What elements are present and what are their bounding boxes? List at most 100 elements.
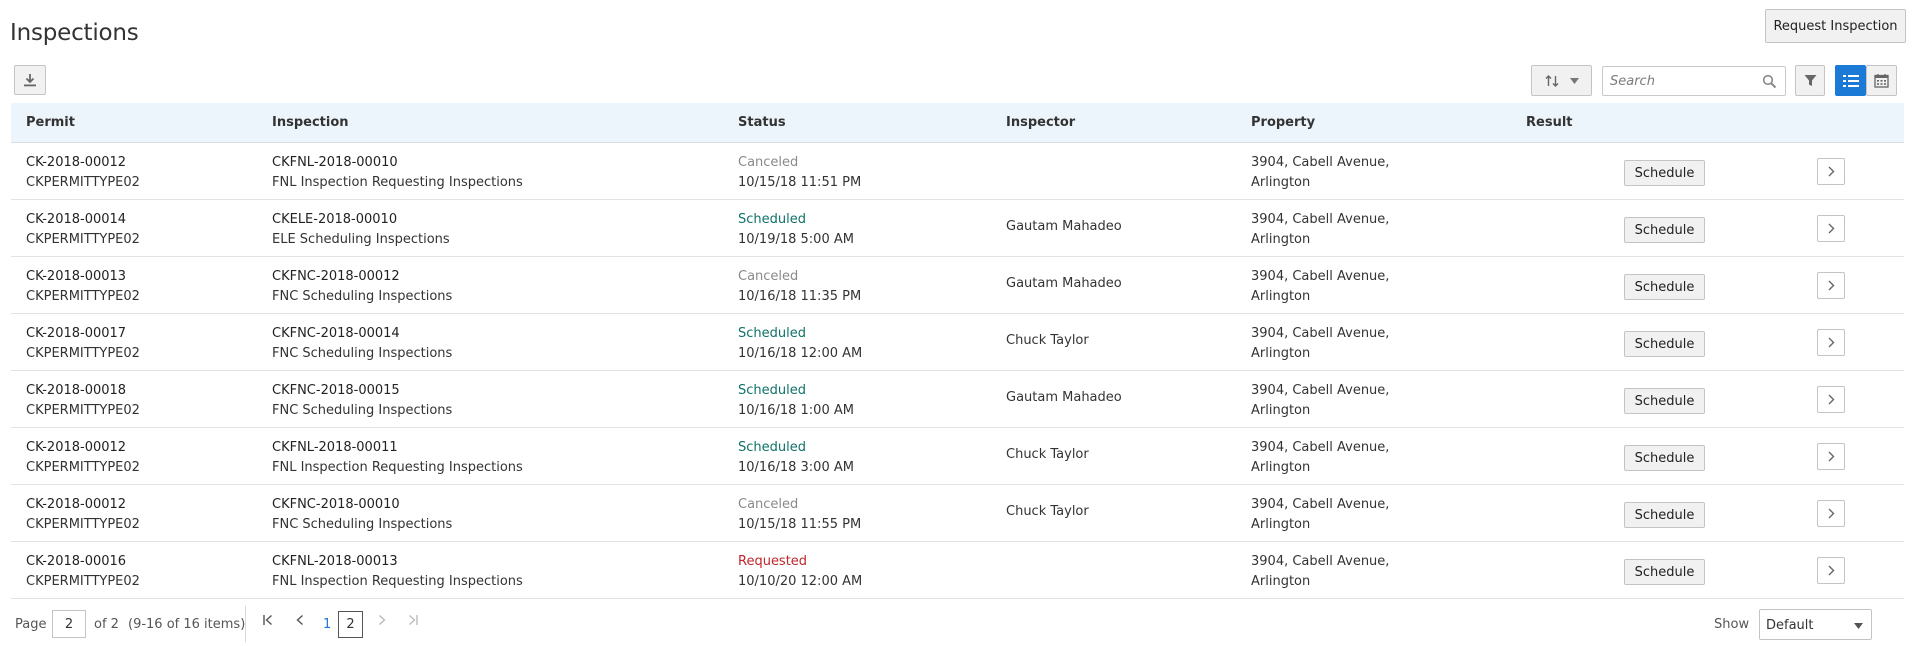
property-address-line1: 3904, Cabell Avenue, — [1251, 212, 1390, 227]
filter-button[interactable] — [1795, 65, 1825, 96]
permit-type: CKPERMITTYPE02 — [26, 403, 140, 418]
permit-type: CKPERMITTYPE02 — [26, 175, 140, 190]
property-address-line1: 3904, Cabell Avenue, — [1251, 440, 1390, 455]
status-cell: Canceled 10/16/18 11:35 PM — [738, 267, 861, 307]
inspection-description: FNL Inspection Requesting Inspections — [272, 460, 523, 475]
request-inspection-button[interactable]: Request Inspection — [1765, 9, 1906, 43]
page-size-value: Default — [1766, 618, 1814, 633]
sort-icon — [1545, 74, 1559, 87]
page-number-input[interactable] — [52, 610, 86, 638]
schedule-button[interactable]: Schedule — [1624, 502, 1705, 528]
inspection-cell: CKFNC-2018-00014 FNC Scheduling Inspecti… — [272, 324, 452, 364]
permit-cell: CK-2018-00016 CKPERMITTYPE02 — [26, 552, 140, 592]
inspection-description: ELE Scheduling Inspections — [272, 232, 450, 247]
schedule-button[interactable]: Schedule — [1624, 559, 1705, 585]
list-view-button[interactable] — [1835, 65, 1866, 96]
inspection-cell: CKFNL-2018-00011 FNL Inspection Requesti… — [272, 438, 523, 478]
column-header-permit[interactable]: Permit — [26, 115, 75, 130]
inspection-cell: CKFNC-2018-00010 FNC Scheduling Inspecti… — [272, 495, 452, 535]
permit-cell: CK-2018-00012 CKPERMITTYPE02 — [26, 153, 140, 193]
table-row[interactable]: CK-2018-00012 CKPERMITTYPE02 CKFNC-2018-… — [11, 485, 1904, 542]
row-detail-button[interactable] — [1817, 215, 1845, 242]
table-row[interactable]: CK-2018-00016 CKPERMITTYPE02 CKFNL-2018-… — [11, 542, 1904, 599]
row-detail-button[interactable] — [1817, 557, 1845, 584]
column-header-inspection[interactable]: Inspection — [272, 115, 349, 130]
status-text: Scheduled — [738, 440, 806, 455]
schedule-button[interactable]: Schedule — [1624, 274, 1705, 300]
status-cell: Scheduled 10/16/18 12:00 AM — [738, 324, 862, 364]
permit-cell: CK-2018-00014 CKPERMITTYPE02 — [26, 210, 140, 250]
calendar-view-button[interactable] — [1866, 65, 1897, 96]
table-row[interactable]: CK-2018-00012 CKPERMITTYPE02 CKFNL-2018-… — [11, 428, 1904, 485]
inspection-number: CKFNC-2018-00014 — [272, 326, 400, 341]
inspector-name: Gautam Mahadeo — [1006, 219, 1122, 234]
first-page-icon[interactable] — [263, 614, 273, 630]
inspection-cell: CKFNC-2018-00015 FNC Scheduling Inspecti… — [272, 381, 452, 421]
download-button[interactable] — [14, 65, 46, 95]
inspection-cell: CKFNL-2018-00010 FNL Inspection Requesti… — [272, 153, 523, 193]
page-link-current[interactable]: 2 — [338, 611, 363, 638]
chevron-right-icon — [1828, 451, 1834, 462]
status-cell: Scheduled 10/16/18 3:00 AM — [738, 438, 854, 478]
sort-menu-button[interactable] — [1531, 65, 1592, 96]
property-address-line2: Arlington — [1251, 232, 1311, 247]
row-detail-button[interactable] — [1817, 443, 1845, 470]
status-datetime: 10/16/18 11:35 PM — [738, 289, 862, 304]
permit-cell: CK-2018-00018 CKPERMITTYPE02 — [26, 381, 140, 421]
schedule-button[interactable]: Schedule — [1624, 160, 1705, 186]
schedule-button[interactable]: Schedule — [1624, 445, 1705, 471]
search-icon[interactable] — [1762, 74, 1777, 89]
row-detail-button[interactable] — [1817, 500, 1845, 527]
schedule-button[interactable]: Schedule — [1624, 388, 1705, 414]
schedule-button[interactable]: Schedule — [1624, 217, 1705, 243]
status-cell: Canceled 10/15/18 11:51 PM — [738, 153, 861, 193]
table-row[interactable]: CK-2018-00013 CKPERMITTYPE02 CKFNC-2018-… — [11, 257, 1904, 314]
table-body: CK-2018-00012 CKPERMITTYPE02 CKFNL-2018-… — [11, 143, 1904, 599]
property-cell: 3904, Cabell Avenue, Arlington — [1251, 153, 1389, 193]
column-header-inspector[interactable]: Inspector — [1006, 115, 1075, 130]
chevron-right-icon — [1828, 394, 1834, 405]
inspection-description: FNC Scheduling Inspections — [272, 346, 453, 361]
schedule-button[interactable]: Schedule — [1624, 331, 1705, 357]
table-row[interactable]: CK-2018-00017 CKPERMITTYPE02 CKFNC-2018-… — [11, 314, 1904, 371]
inspection-number: CKFNC-2018-00015 — [272, 383, 400, 398]
row-detail-button[interactable] — [1817, 329, 1845, 356]
pagination-divider — [245, 606, 246, 642]
row-detail-button[interactable] — [1817, 272, 1845, 299]
row-detail-button[interactable] — [1817, 386, 1845, 413]
inspections-table: Permit Inspection Status Inspector Prope… — [11, 103, 1904, 599]
table-row[interactable]: CK-2018-00012 CKPERMITTYPE02 CKFNL-2018-… — [11, 143, 1904, 200]
inspection-description: FNL Inspection Requesting Inspections — [272, 574, 523, 589]
previous-page-icon[interactable] — [296, 614, 304, 630]
item-range: (9-16 of 16 items) — [128, 617, 246, 632]
next-page-icon[interactable] — [378, 614, 386, 630]
filter-icon — [1804, 75, 1816, 86]
page-count: of 2 — [94, 617, 119, 632]
status-datetime: 10/19/18 5:00 AM — [738, 232, 854, 247]
permit-number: CK-2018-00013 — [26, 269, 127, 284]
page-label: Page — [15, 617, 47, 632]
page-size-select[interactable]: Default — [1759, 609, 1872, 640]
status-cell: Canceled 10/15/18 11:55 PM — [738, 495, 861, 535]
column-header-status[interactable]: Status — [738, 115, 786, 130]
property-address-line2: Arlington — [1251, 346, 1311, 361]
search-field[interactable] — [1602, 66, 1786, 96]
column-header-property[interactable]: Property — [1251, 115, 1315, 130]
property-address-line1: 3904, Cabell Avenue, — [1251, 497, 1390, 512]
property-cell: 3904, Cabell Avenue, Arlington — [1251, 267, 1389, 307]
inspector-name: Chuck Taylor — [1006, 333, 1089, 348]
property-cell: 3904, Cabell Avenue, Arlington — [1251, 381, 1389, 421]
row-detail-button[interactable] — [1817, 158, 1845, 185]
last-page-icon[interactable] — [408, 614, 418, 630]
search-input[interactable] — [1603, 67, 1753, 95]
column-header-result[interactable]: Result — [1526, 115, 1573, 130]
page-link-1[interactable]: 1 — [323, 617, 331, 632]
table-row[interactable]: CK-2018-00014 CKPERMITTYPE02 CKELE-2018-… — [11, 200, 1904, 257]
table-row[interactable]: CK-2018-00018 CKPERMITTYPE02 CKFNC-2018-… — [11, 371, 1904, 428]
permit-type: CKPERMITTYPE02 — [26, 232, 140, 247]
permit-cell: CK-2018-00012 CKPERMITTYPE02 — [26, 495, 140, 535]
inspector-name: Gautam Mahadeo — [1006, 276, 1122, 291]
status-datetime: 10/10/20 12:00 AM — [738, 574, 863, 589]
property-address-line2: Arlington — [1251, 289, 1311, 304]
status-text: Canceled — [738, 155, 799, 170]
